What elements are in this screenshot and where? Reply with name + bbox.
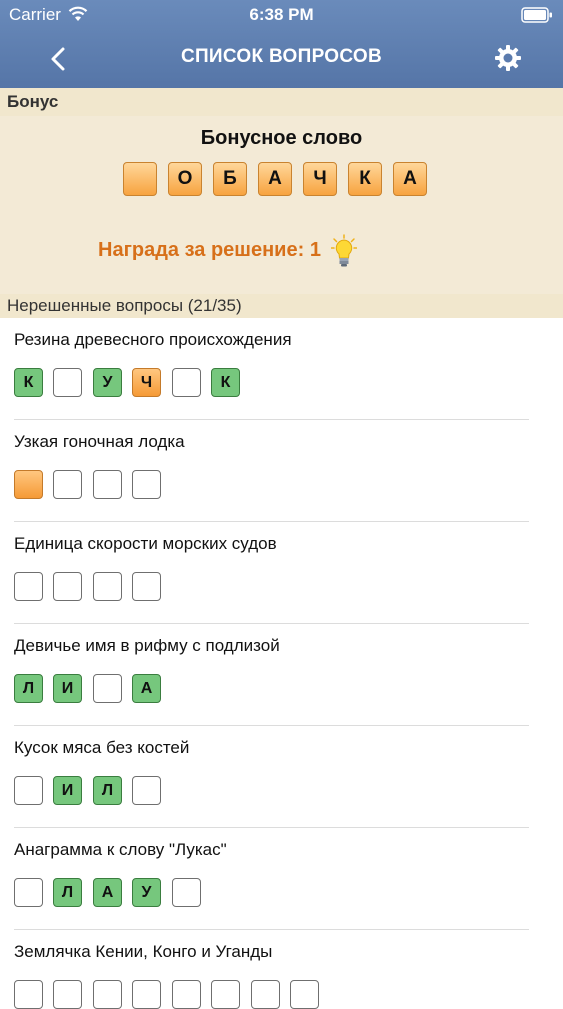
answer-tile[interactable]: К <box>211 368 240 397</box>
status-time: 6:38 PM <box>249 5 314 24</box>
answer-tile[interactable]: У <box>93 368 122 397</box>
status-bar: Carrier 6:38 PM <box>0 0 563 30</box>
bonus-title: Бонусное слово <box>200 127 363 149</box>
bonus-letter-tile[interactable] <box>123 162 157 196</box>
answer-tile[interactable] <box>132 776 161 805</box>
gear-icon <box>495 45 521 71</box>
bonus-letter-tile[interactable]: Б <box>213 162 247 196</box>
bonus-section-header: Бонус <box>0 88 563 116</box>
answer-tile[interactable] <box>211 980 240 1009</box>
question-row[interactable]: Резина древесного происхождения К У Ч К <box>0 318 563 420</box>
answer-tile[interactable] <box>132 470 161 499</box>
settings-button[interactable] <box>493 43 523 73</box>
bonus-letter-tile[interactable]: О <box>168 162 202 196</box>
question-text: Единица скорости морских судов <box>14 534 277 553</box>
question-text: Резина древесного происхождения <box>14 330 292 349</box>
bonus-letter-tile[interactable]: К <box>348 162 382 196</box>
answer-tile[interactable]: И <box>53 776 82 805</box>
answer-tile[interactable] <box>14 878 43 907</box>
bonus-letter-tile[interactable]: А <box>258 162 292 196</box>
question-text: Кусок мяса без костей <box>14 738 190 757</box>
answer-tile[interactable] <box>53 980 82 1009</box>
page-title: СПИСОК ВОПРОСОВ <box>180 46 383 67</box>
nav-row: СПИСОК ВОПРОСОВ <box>0 30 563 88</box>
answer-tile[interactable] <box>14 572 43 601</box>
answer-tile[interactable]: Л <box>14 674 43 703</box>
reward-row: Награда за решение: 1 <box>98 230 358 270</box>
answer-tile[interactable] <box>172 878 201 907</box>
reward-label: Награда за решение: 1 <box>98 239 321 261</box>
answer-tile[interactable]: Ч <box>132 368 161 397</box>
question-text: Землячка Кении, Конго и Уганды <box>14 942 273 961</box>
answer-tile[interactable]: У <box>132 878 161 907</box>
answer-tile[interactable] <box>53 572 82 601</box>
answer-tile[interactable] <box>14 470 43 499</box>
answer-tile[interactable]: Л <box>53 878 82 907</box>
answer-tile[interactable] <box>290 980 319 1009</box>
answer-tile[interactable] <box>132 572 161 601</box>
battery-icon <box>521 7 552 23</box>
answer-tile[interactable]: И <box>53 674 82 703</box>
question-text: Девичье имя в рифму с подлизой <box>14 636 280 655</box>
answer-tile[interactable]: А <box>132 674 161 703</box>
question-row[interactable]: Узкая гоночная лодка <box>0 420 563 522</box>
answer-tile[interactable] <box>172 368 201 397</box>
bonus-letter-tile[interactable]: А <box>393 162 427 196</box>
answer-tile[interactable]: Л <box>93 776 122 805</box>
answer-tile[interactable]: К <box>14 368 43 397</box>
answer-tile[interactable] <box>251 980 280 1009</box>
unsolved-section-header: Нерешенные вопросы (21/35) <box>0 294 563 318</box>
question-row[interactable]: Кусок мяса без костей И Л <box>0 726 563 828</box>
lightbulb-icon <box>331 234 358 267</box>
question-row[interactable]: Единица скорости морских судов <box>0 522 563 624</box>
answer-tile[interactable]: А <box>93 878 122 907</box>
answer-tile[interactable] <box>93 572 122 601</box>
navigation-bar: Carrier 6:38 PM СПИСОК ВОПРОСОВ <box>0 0 563 88</box>
answer-tile[interactable] <box>93 980 122 1009</box>
answer-tile[interactable] <box>14 980 43 1009</box>
question-row[interactable]: Землячка Кении, Конго и Уганды <box>0 930 563 1009</box>
bonus-letter-tile[interactable]: Ч <box>303 162 337 196</box>
answer-tile[interactable] <box>172 980 201 1009</box>
answer-tile[interactable] <box>53 368 82 397</box>
answer-tile[interactable] <box>53 470 82 499</box>
question-text: Узкая гоночная лодка <box>14 432 185 451</box>
question-row[interactable]: Девичье имя в рифму с подлизой Л И А <box>0 624 563 726</box>
bonus-word-panel[interactable]: Бонусное слово О Б А Ч К А Награда за ре… <box>0 116 563 294</box>
question-row[interactable]: Анаграмма к слову "Лукас" Л А У <box>0 828 563 930</box>
answer-tile[interactable] <box>132 980 161 1009</box>
answer-tile[interactable] <box>14 776 43 805</box>
answer-tile[interactable] <box>93 674 122 703</box>
answer-tile[interactable] <box>93 470 122 499</box>
question-text: Анаграмма к слову "Лукас" <box>14 840 227 859</box>
